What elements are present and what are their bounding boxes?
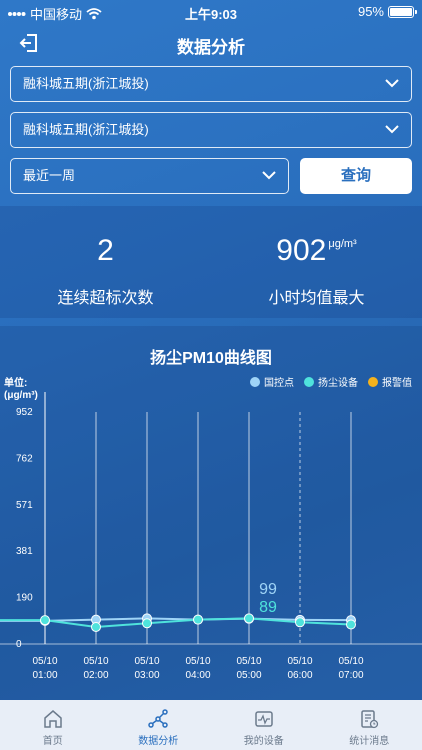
x-tick-label: 03:00 [134, 670, 159, 681]
x-tick-label: 04:00 [185, 670, 210, 681]
y-tick-label: 952 [16, 407, 33, 418]
tab-label: 统计消息 [349, 736, 390, 747]
stats-message-icon [361, 710, 379, 729]
data-point [91, 621, 101, 632]
y-tick-label: 190 [16, 593, 33, 604]
analysis-icon [148, 709, 168, 728]
project-select[interactable]: 融科城五期(浙江城投) [10, 66, 412, 102]
chevron-down-icon [385, 125, 399, 134]
query-button[interactable]: 查询 [300, 158, 412, 194]
chart-panel: 扬尘PM10曲线图 国控点 扬尘设备 报警值 单位:(μg/m³) 952 762… [0, 326, 422, 700]
pm10-line-chart: 952762571381190005/1001:0005/1002:0005/1… [0, 392, 422, 681]
y-tick-label: 762 [16, 453, 33, 464]
x-tick-label: 05/10 [83, 656, 108, 667]
hourly-max-value: 902 [276, 234, 327, 267]
tab-analysis[interactable]: 数据分析 [106, 700, 212, 750]
data-point [193, 614, 203, 625]
tab-devices[interactable]: 我的设备 [211, 700, 317, 750]
x-tick-label: 05/10 [32, 656, 57, 667]
period-select[interactable]: 最近一周 [10, 158, 289, 194]
data-point [142, 618, 152, 629]
hourly-max-value-wrap: 902 μg/m³ [211, 234, 422, 268]
page-title: 数据分析 [177, 38, 245, 57]
x-tick-label: 05/10 [185, 656, 210, 667]
x-tick-label: 06:00 [287, 670, 312, 681]
hourly-max-unit: μg/m³ [328, 238, 357, 250]
tab-label: 我的设备 [243, 736, 284, 747]
tab-home[interactable]: 首页 [0, 700, 106, 750]
tab-messages[interactable]: 统计消息 [317, 700, 422, 750]
device-select[interactable]: 融科城五期(浙江城投) [10, 112, 412, 148]
x-tick-label: 05/10 [236, 656, 261, 667]
consecutive-exceed-label: 连续超标次数 [57, 290, 154, 307]
x-tick-label: 05/10 [287, 656, 312, 667]
tooltip-value: 89 [259, 599, 277, 616]
device-select-value: 融科城五期(浙江城投) [23, 122, 149, 137]
y-tick-label: 381 [16, 546, 33, 557]
status-bar: 中国移动 上午9:03 95% [0, 0, 422, 24]
hourly-max-label: 小时均值最大 [268, 290, 365, 307]
data-point [244, 613, 254, 624]
x-tick-label: 05/10 [338, 656, 363, 667]
data-point [40, 615, 50, 626]
chevron-down-icon [262, 171, 276, 180]
nav-bar: 数据分析 [0, 28, 422, 60]
x-tick-label: 05:00 [236, 670, 261, 681]
tab-label: 首页 [42, 736, 63, 747]
stats-panel: 2 连续超标次数 902 μg/m³ 小时均值最大 [0, 206, 422, 318]
tooltip-value: 99 [259, 581, 277, 598]
x-tick-label: 02:00 [83, 670, 108, 681]
tab-label: 数据分析 [138, 736, 179, 747]
home-icon [44, 710, 62, 728]
consecutive-exceed-value: 2 [97, 234, 114, 267]
battery-icon [388, 5, 417, 18]
x-tick-label: 05/10 [134, 656, 159, 667]
device-icon [255, 711, 273, 727]
data-point [346, 619, 356, 630]
y-tick-label: 571 [16, 500, 33, 511]
period-select-value: 最近一周 [23, 168, 76, 183]
data-point [295, 617, 305, 628]
battery-percent: 95% [357, 4, 384, 19]
chevron-down-icon [385, 79, 399, 88]
x-tick-label: 07:00 [338, 670, 363, 681]
tab-bar: 首页 数据分析 我的设备 统计消息 [0, 700, 422, 750]
x-tick-label: 01:00 [32, 670, 57, 681]
project-select-value: 融科城五期(浙江城投) [23, 76, 149, 91]
